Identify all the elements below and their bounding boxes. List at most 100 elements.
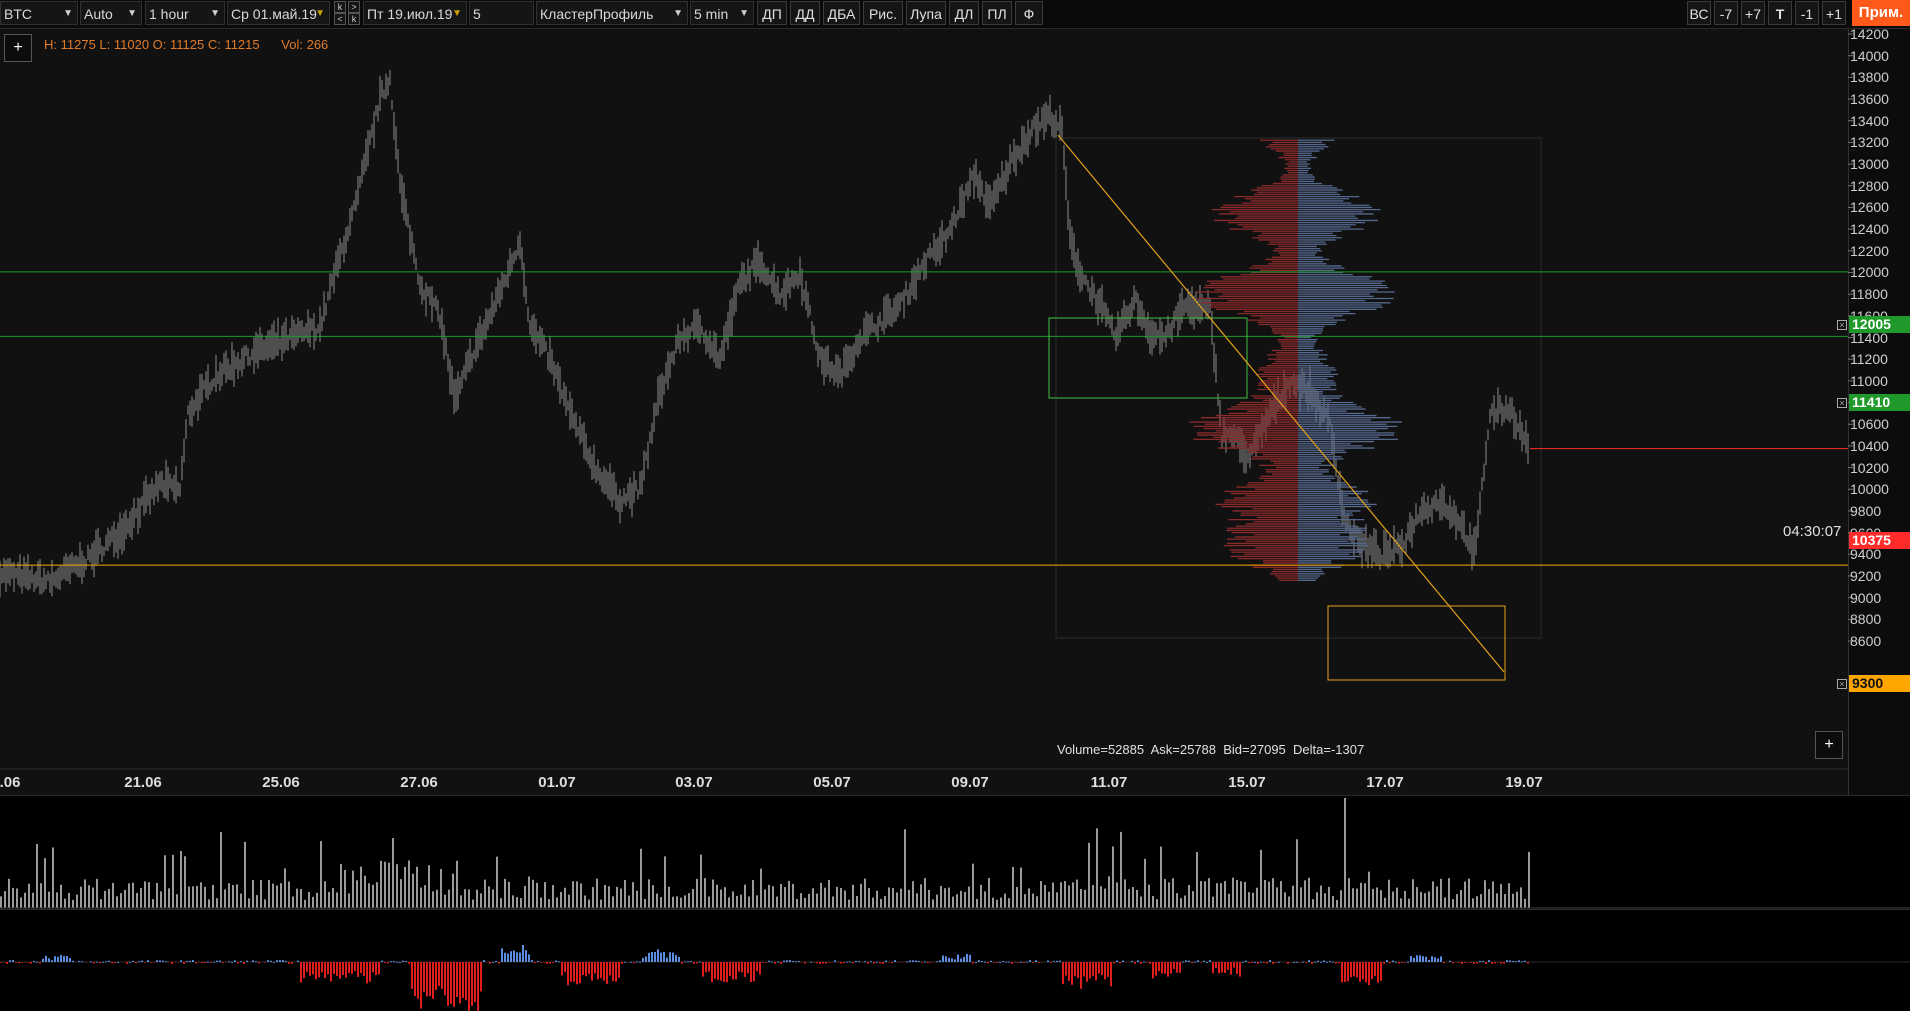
delta-positive-bar xyxy=(495,961,497,962)
delta-negative-bar xyxy=(972,962,974,963)
delta-negative-bar xyxy=(1275,962,1277,963)
dp-button[interactable]: ДП xyxy=(757,1,787,25)
delta-positive-bar xyxy=(270,961,272,962)
volume-bar xyxy=(320,841,322,908)
delta-positive-bar xyxy=(1035,960,1037,962)
volume-bar xyxy=(208,899,210,908)
volume-bar xyxy=(1328,887,1330,908)
delta-positive-bar xyxy=(1047,961,1049,962)
scale-select[interactable]: Auto▼ xyxy=(80,1,142,25)
volume-bar xyxy=(452,874,454,908)
date-to-picker[interactable]: Пт 19.июл.19▼ xyxy=(363,1,467,25)
delta-positive-bar xyxy=(654,952,656,962)
add-indicator-button[interactable]: + xyxy=(4,34,32,62)
volume-bar xyxy=(140,888,142,908)
delta-negative-bar xyxy=(1077,962,1079,978)
delta-positive-bar xyxy=(531,960,533,962)
volume-bar xyxy=(1076,880,1078,908)
delta-negative-bar xyxy=(852,962,854,963)
delta-negative-bar xyxy=(1272,962,1274,964)
delta-positive-bar xyxy=(48,958,50,962)
delta-positive-bar xyxy=(978,960,980,962)
volume-bar xyxy=(592,887,594,908)
volume-bar xyxy=(148,882,150,908)
volume-bar xyxy=(1372,889,1374,908)
delta-negative-bar xyxy=(615,962,617,982)
delta-negative-bar xyxy=(474,962,476,1002)
symbol-select[interactable]: BTC▼ xyxy=(0,1,78,25)
pl-button[interactable]: ПЛ xyxy=(982,1,1012,25)
nav-k2-button[interactable]: k xyxy=(348,13,360,25)
price-chart-panel[interactable]: 1420014000138001360013400132001300012800… xyxy=(0,29,1910,795)
dba-button[interactable]: ДБА xyxy=(823,1,860,25)
delta-negative-bar xyxy=(1230,962,1232,975)
date-from-picker[interactable]: Ср 01.май.19▼ xyxy=(227,1,330,25)
filter-button[interactable]: Ф xyxy=(1015,1,1043,25)
minus7-button[interactable]: -7 xyxy=(1714,1,1738,25)
timeframe-select[interactable]: 1 hour▼ xyxy=(145,1,225,25)
delta-negative-bar xyxy=(882,962,884,964)
delta-positive-bar xyxy=(45,956,47,962)
volume-bar xyxy=(896,892,898,908)
template-select[interactable]: КластерПрофиль▼ xyxy=(536,1,688,25)
delta-positive-bar xyxy=(915,961,917,962)
volume-bar xyxy=(1088,843,1090,908)
remove-level-icon[interactable]: × xyxy=(1837,679,1847,689)
delta-negative-bar xyxy=(93,962,95,963)
volume-bar xyxy=(928,890,930,908)
delta-positive-bar xyxy=(159,960,161,962)
add-panel-button[interactable]: + xyxy=(1815,731,1843,759)
level-label-12005[interactable]: 12005 xyxy=(1849,316,1910,333)
volume-bar xyxy=(1336,900,1338,908)
level-label-9300[interactable]: 9300 xyxy=(1849,675,1910,692)
delta-positive-bar xyxy=(189,961,191,962)
delta-negative-bar xyxy=(819,962,821,964)
volume-bar xyxy=(1196,852,1198,908)
cluster-period-select[interactable]: 5 min▼ xyxy=(690,1,754,25)
delta-positive-bar xyxy=(954,959,956,962)
nav-back-button[interactable]: < xyxy=(334,13,346,25)
vs-button[interactable]: ВС xyxy=(1687,1,1711,25)
t-button[interactable]: T xyxy=(1768,1,1792,25)
delta-negative-bar xyxy=(27,962,29,963)
volume-bar xyxy=(1188,885,1190,908)
volume-bar xyxy=(816,894,818,908)
delta-positive-bar xyxy=(645,957,647,962)
remove-level-icon[interactable]: × xyxy=(1837,398,1847,408)
volume-panel[interactable] xyxy=(0,795,1910,909)
volume-bar xyxy=(856,896,858,908)
delta-positive-bar xyxy=(951,958,953,962)
delta-negative-bar xyxy=(321,962,323,973)
volume-bar xyxy=(244,842,246,908)
nav-k-button[interactable]: k xyxy=(334,1,346,13)
delta-negative-bar xyxy=(1251,962,1253,963)
volume-bar xyxy=(1180,898,1182,908)
count-input[interactable]: 5 xyxy=(469,1,534,25)
delta-negative-bar xyxy=(756,962,758,971)
plus1-button[interactable]: +1 xyxy=(1822,1,1846,25)
volume-bar xyxy=(960,891,962,908)
remove-level-icon[interactable]: × xyxy=(1837,320,1847,330)
volume-bar xyxy=(1152,896,1154,908)
dd-button[interactable]: ДД xyxy=(790,1,820,25)
volume-bar xyxy=(432,891,434,908)
volume-bar xyxy=(80,887,82,908)
dl-button[interactable]: ДЛ xyxy=(949,1,979,25)
nav-forward-button[interactable]: > xyxy=(348,1,360,13)
volume-bar xyxy=(180,851,182,908)
minus1-button[interactable]: -1 xyxy=(1795,1,1819,25)
apply-button[interactable]: Прим. xyxy=(1852,0,1910,26)
level-label-11410[interactable]: 11410 xyxy=(1849,394,1910,411)
volume-bar xyxy=(664,856,666,908)
delta-positive-bar xyxy=(69,958,71,962)
draw-button[interactable]: Рис. xyxy=(863,1,903,25)
delta-negative-bar xyxy=(330,962,332,982)
y-tick-label: 14000 xyxy=(1850,48,1889,64)
volume-bar xyxy=(1144,859,1146,908)
volume-bar xyxy=(1276,887,1278,908)
magnifier-button[interactable]: Лупа xyxy=(906,1,946,25)
volume-bar xyxy=(852,885,854,908)
delta-negative-bar xyxy=(753,962,755,981)
plus7-button[interactable]: +7 xyxy=(1741,1,1765,25)
delta-panel[interactable] xyxy=(0,909,1910,1011)
